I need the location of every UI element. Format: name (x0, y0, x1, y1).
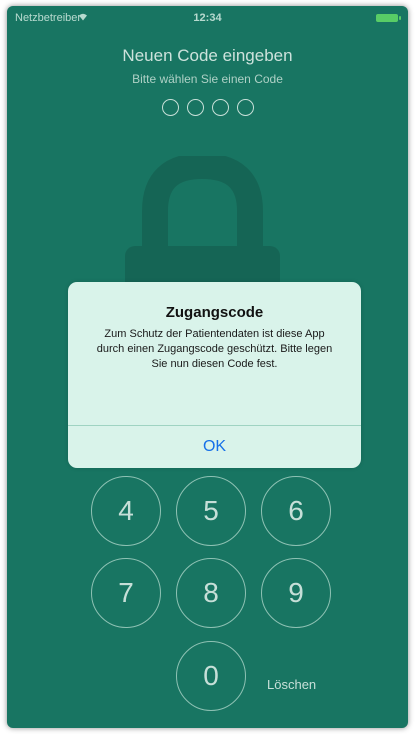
alert-dialog: Zugangscode Zum Schutz der Patientendate… (68, 282, 361, 468)
alert-title: Zugangscode (165, 304, 264, 321)
alert-message: Zum Schutz der Patientendaten ist diese … (96, 328, 333, 370)
device-screen: Netzbetreiber 12:34 Neuen Code eingeben … (7, 6, 408, 728)
ok-button[interactable]: OK (68, 426, 361, 468)
